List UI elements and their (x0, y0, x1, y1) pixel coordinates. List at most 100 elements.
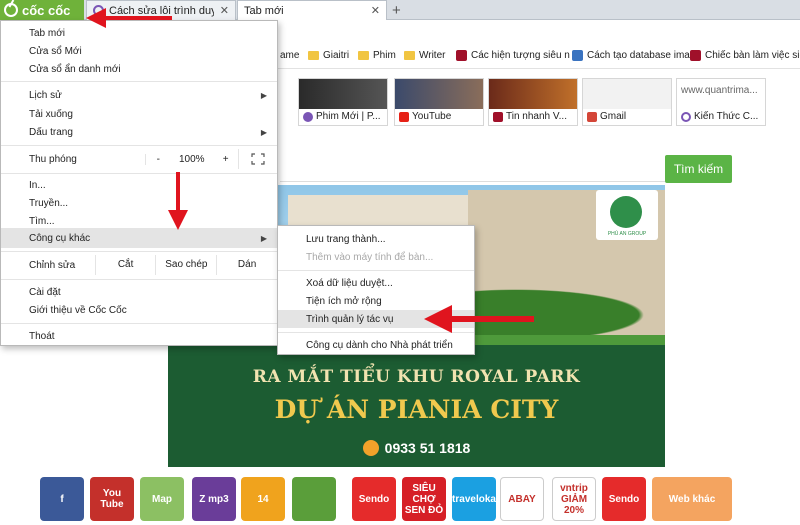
shortcut-tile[interactable]: Web khác (652, 477, 732, 521)
shortcut-tile[interactable]: SIÊU CHỢ SEN ĐỎ (402, 477, 446, 521)
tile-preview (299, 79, 387, 109)
new-tab-plus-icon[interactable]: + (392, 2, 401, 19)
browser-main-menu: Tab mới Cửa sổ Mới Cửa sổ ẩn danh mới Lị… (0, 20, 278, 346)
menu-item-cast[interactable]: Truyền... (1, 193, 277, 213)
site-icon (681, 111, 691, 122)
zoom-in-button[interactable]: + (213, 154, 238, 165)
zoom-out-button[interactable]: - (145, 153, 170, 165)
menu-divider (1, 323, 277, 324)
shortcut-tile[interactable]: Sendo (602, 477, 646, 521)
copy-button[interactable]: Sao chép (155, 255, 216, 275)
menu-item-downloads[interactable]: Tải xuống (1, 104, 277, 124)
menu-divider (1, 251, 277, 252)
menu-label: Giới thiệu về Cốc Cốc (29, 304, 127, 316)
bookmark-item[interactable]: Phim (358, 50, 396, 61)
search-input[interactable] (280, 156, 665, 182)
bookmark-item[interactable]: Writer (404, 50, 445, 61)
bookmark-label: Chiếc bàn làm việc siê (705, 50, 800, 61)
menu-label: Thoát (29, 330, 55, 342)
zoom-label: Thu phóng (29, 153, 77, 165)
menu-divider (278, 270, 474, 271)
banner-headline: RA MẮT TIỂU KHU ROYAL PARK (252, 367, 581, 387)
phone-number: 0933 51 1818 (384, 440, 471, 456)
tile-label: YouTube (412, 111, 452, 122)
tile-preview (583, 79, 671, 109)
menu-item-incognito[interactable]: Cửa sổ ẩn danh mới (1, 59, 277, 79)
tile-label: Gmail (600, 111, 627, 122)
banner-phone: 0933 51 1818 (168, 440, 665, 456)
menu-label: Lưu trang thành... (306, 233, 386, 245)
menu-label: Thêm vào máy tính để bàn... (306, 251, 434, 263)
menu-divider (1, 145, 277, 146)
gmail-icon (587, 111, 597, 122)
browser-menu-button[interactable]: cốc cốc (0, 0, 84, 20)
shortcut-tile[interactable]: traveloka (452, 477, 496, 521)
menu-item-more-tools[interactable]: Công cụ khác ▶ (1, 228, 277, 248)
tab-close-icon[interactable]: ✕ (371, 4, 380, 17)
tile-label: Tin nhanh V... (506, 111, 567, 122)
tab-title: Tab mới (244, 4, 284, 17)
menu-label: Xoá dữ liệu duyệt... (306, 277, 393, 289)
menu-item-settings[interactable]: Cài đặt (1, 282, 277, 302)
menu-label: Dấu trang (29, 126, 73, 138)
bookmark-item[interactable]: Giaitri (308, 50, 349, 61)
shortcut-label: Z mp3 (199, 493, 229, 505)
zoom-level: 100% (178, 153, 205, 165)
banner-title: DỰ ÁN PIANIA CITY (274, 395, 559, 424)
menu-item-exit[interactable]: Thoát (1, 326, 277, 346)
menu-item-history[interactable]: Lịch sử ▶ (1, 85, 277, 105)
bookmark-item[interactable]: Chiếc bàn làm việc siê (690, 50, 800, 61)
shortcut-tile[interactable]: ABAY (500, 477, 544, 521)
shortcut-label: f (60, 493, 64, 505)
shortcut-tile[interactable]: vntrip GIẢM 20% (552, 477, 596, 521)
menu-label: Tải xuống (29, 108, 73, 120)
menu-label: Trình quản lý tác vụ (306, 313, 394, 325)
shortcut-label: Map (152, 493, 172, 505)
submenu-item-save-page[interactable]: Lưu trang thành... (278, 230, 474, 248)
submenu-item-clear-data[interactable]: Xoá dữ liệu duyệt... (278, 274, 474, 292)
bookmark-item[interactable]: ame (280, 50, 299, 61)
shortcut-label: Sendo (608, 493, 640, 505)
tab-new-tab[interactable]: Tab mới ✕ (237, 0, 387, 20)
bookmark-label: Cách tạo database ima (587, 50, 690, 61)
bookmark-item[interactable]: Cách tạo database ima (572, 50, 690, 61)
menu-label: Cửa sổ Mới (29, 45, 82, 57)
tile-label: Kiến Thức C... (694, 111, 759, 122)
menu-item-about[interactable]: Giới thiệu về Cốc Cốc (1, 300, 277, 320)
menu-item-print[interactable]: In... (1, 175, 277, 195)
bookmark-label: Các hiện tượng siêu n (471, 50, 570, 61)
speed-dial-tile[interactable]: www.quantrima... Kiến Thức C... (676, 78, 766, 126)
shortcut-label: ABAY (508, 493, 536, 505)
speed-dial-tile[interactable]: YouTube (394, 78, 484, 126)
menu-label: Công cụ khác (29, 232, 91, 244)
bookmark-item[interactable]: Các hiện tượng siêu n (456, 50, 570, 61)
cut-button[interactable]: Cắt (94, 255, 156, 275)
paste-button[interactable]: Dán (216, 255, 277, 275)
site-icon (456, 50, 467, 61)
speed-dial-tile[interactable]: Gmail (582, 78, 672, 126)
menu-item-bookmarks[interactable]: Dấu trang ▶ (1, 122, 277, 142)
menu-label: Truyền... (29, 197, 69, 209)
site-icon (690, 50, 701, 61)
shortcut-tile[interactable]: You Tube (90, 477, 134, 521)
menu-item-new-window[interactable]: Cửa sổ Mới (1, 41, 277, 61)
shortcut-tile[interactable]: Map (140, 477, 184, 521)
tab-close-icon[interactable]: ✕ (220, 4, 229, 17)
fullscreen-icon[interactable] (238, 149, 277, 169)
search-button[interactable]: Tìm kiếm (665, 155, 732, 183)
speed-dial-tile[interactable]: Phim Mới | P... (298, 78, 388, 126)
submenu-item-dev-tools[interactable]: Công cụ dành cho Nhà phát triển (278, 336, 474, 354)
shortcut-tile[interactable]: Z mp3 (192, 477, 236, 521)
tile-preview: www.quantrima... (677, 79, 765, 109)
speed-dial-tile[interactable]: Tin nhanh V... (488, 78, 578, 126)
shortcut-tile[interactable] (292, 477, 336, 521)
site-icon (303, 111, 313, 122)
shortcut-tile[interactable]: 14 (241, 477, 285, 521)
shortcut-tile[interactable]: f (40, 477, 84, 521)
site-icon (572, 50, 583, 61)
shortcut-tile[interactable]: Sendo (352, 477, 396, 521)
shortcut-label: You Tube (100, 488, 124, 510)
red-arrow-annotation-icon (168, 172, 188, 230)
youtube-icon (399, 111, 409, 122)
menu-divider (1, 279, 277, 280)
